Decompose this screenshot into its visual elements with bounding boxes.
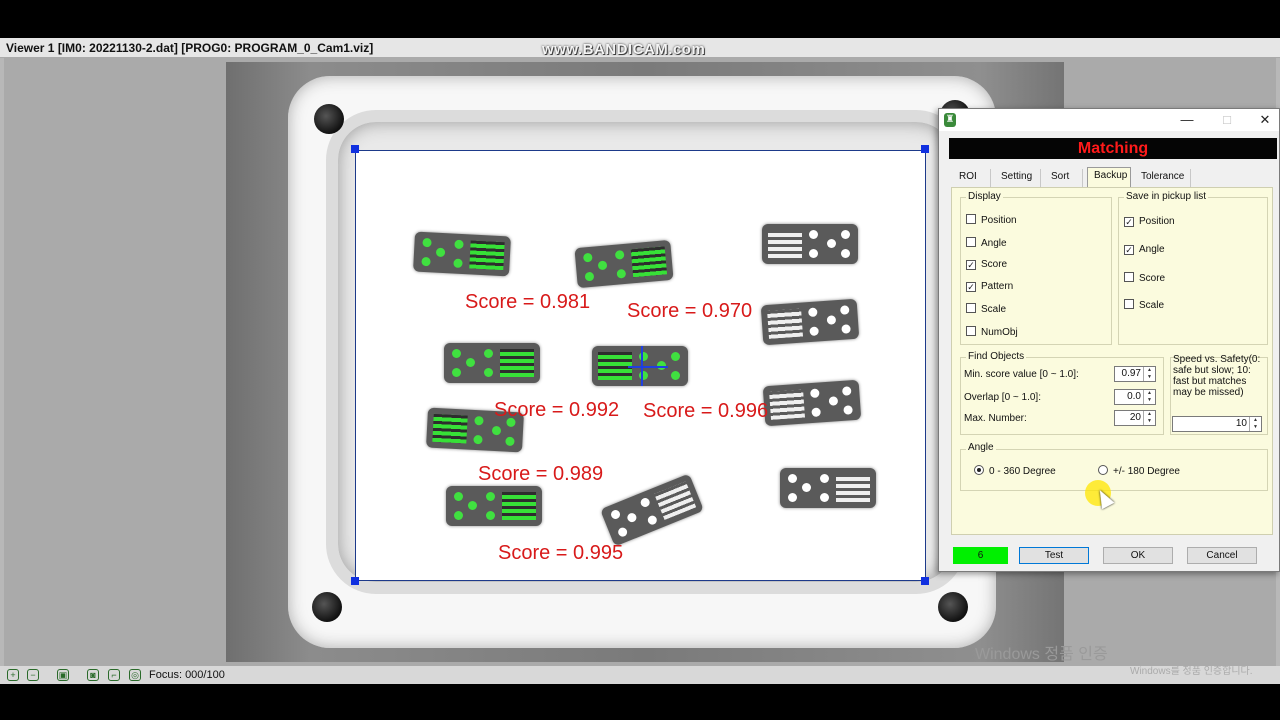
crosshair	[641, 346, 643, 386]
unmatched-part	[762, 224, 858, 264]
overlap-label: Overlap [0 ~ 1.0]:	[964, 392, 1041, 403]
matched-part	[444, 343, 540, 383]
zoom-in-icon[interactable]: +	[7, 669, 19, 681]
unmatched-part	[780, 468, 876, 508]
score-label: Score = 0.981	[465, 291, 591, 313]
check-icon: ✓	[966, 282, 976, 292]
backup-panel: Display Position Angle ✓ Score ✓ Pattern S…	[951, 187, 1273, 535]
check-icon: ✓	[1124, 245, 1134, 255]
minimize-icon[interactable]: —	[1175, 111, 1199, 129]
spinner-arrows-icon[interactable]: ▲ ▼	[1143, 390, 1155, 404]
display-scale-checkbox[interactable]: Scale	[966, 303, 1006, 315]
display-group-label: Display	[966, 191, 1003, 202]
pickup-group-label: Save in pickup list	[1124, 191, 1209, 202]
mount-hole	[938, 592, 968, 622]
tab-setting[interactable]: Setting	[995, 169, 1041, 187]
matched-part	[574, 239, 674, 289]
matched-part	[446, 486, 542, 526]
spinner-arrows-icon[interactable]: ▲ ▼	[1143, 411, 1155, 425]
roi-handle[interactable]	[351, 145, 359, 153]
speed-spinner[interactable]: 10 ▲ ▼	[1172, 416, 1262, 432]
overlap-spinner[interactable]: 0.0 ▲ ▼	[1114, 389, 1156, 405]
checkbox-box	[1124, 272, 1134, 282]
matched-part	[413, 231, 511, 277]
dialog-header: Matching	[949, 138, 1277, 159]
tab-backup[interactable]: Backup	[1087, 167, 1131, 187]
checkbox-box	[966, 214, 976, 224]
mount-hole	[314, 104, 344, 134]
unmatched-part	[760, 298, 860, 346]
unmatched-part	[762, 379, 862, 427]
focus-icon[interactable]: ◎	[129, 669, 141, 681]
spinner-arrows-icon[interactable]: ▲ ▼	[1143, 367, 1155, 381]
score-label: Score = 0.995	[498, 542, 624, 564]
spinner-arrows-icon[interactable]: ▲ ▼	[1249, 417, 1261, 431]
display-angle-checkbox[interactable]: Angle	[966, 237, 1007, 249]
layers-icon[interactable]: ▣	[57, 669, 69, 681]
maximize-icon: □	[1223, 112, 1231, 127]
dialog-titlebar[interactable]: ♜ — □ ✕	[939, 109, 1279, 131]
display-position-checkbox[interactable]: Position	[966, 214, 1017, 226]
radio-selected-icon	[974, 465, 984, 475]
roi-handle[interactable]	[921, 577, 929, 585]
check-icon: ✓	[966, 260, 976, 270]
check-icon: ✓	[1124, 217, 1134, 227]
score-label: Score = 0.992	[494, 399, 620, 421]
test-button[interactable]: Test	[1019, 547, 1089, 564]
tab-sort[interactable]: Sort	[1045, 169, 1083, 187]
screen: Viewer 1 [IM0: 20221130-2.dat] [PROG0: P…	[0, 0, 1280, 720]
display-pattern-checkbox[interactable]: ✓ Pattern	[966, 281, 1013, 292]
angle-group-label: Angle	[966, 442, 996, 453]
zoom-out-icon[interactable]: −	[27, 669, 39, 681]
pickup-score-checkbox[interactable]: Score	[1124, 272, 1165, 284]
min-score-label: Min. score value [0 ~ 1.0]:	[964, 369, 1079, 380]
bandicam-watermark: www.BANDICAM.com	[542, 41, 706, 58]
display-score-checkbox[interactable]: ✓ Score	[966, 259, 1007, 270]
angle-plusminus-180-radio[interactable]: +/- 180 Degree	[1098, 465, 1180, 477]
score-label: Score = 0.970	[627, 300, 753, 322]
crosshair	[628, 366, 668, 368]
angle-0-360-radio[interactable]: 0 - 360 Degree	[974, 465, 1056, 477]
windows-activation-text: Windows 정품 인증	[975, 646, 1108, 663]
checkbox-box	[1124, 299, 1134, 309]
score-label: Score = 0.996	[643, 400, 769, 422]
tab-tolerance[interactable]: Tolerance	[1135, 169, 1191, 187]
find-objects-label: Find Objects	[966, 351, 1027, 362]
mount-hole	[312, 592, 342, 622]
radio-icon	[1098, 465, 1108, 475]
score-label: Score = 0.989	[478, 463, 604, 485]
roi-handle[interactable]	[921, 145, 929, 153]
status-bar: + − ▣ ◙ ⌐ ◎ Focus: 000/100	[0, 666, 1280, 684]
close-icon[interactable]: ✕	[1253, 111, 1277, 129]
checkbox-box	[966, 237, 976, 247]
app-icon: ♜	[944, 113, 956, 127]
crop-icon[interactable]: ⌐	[108, 669, 120, 681]
found-count: 6	[953, 547, 1008, 564]
pickup-angle-checkbox[interactable]: ✓ Angle	[1124, 244, 1165, 255]
ok-button[interactable]: OK	[1103, 547, 1173, 564]
cancel-button[interactable]: Cancel	[1187, 547, 1257, 564]
tab-roi[interactable]: ROI	[953, 169, 991, 187]
checkbox-box	[966, 303, 976, 313]
speed-label: Speed vs. Safety(0: safe but slow; 10: f…	[1173, 354, 1261, 398]
focus-readout: Focus: 000/100	[149, 669, 225, 681]
roi-handle[interactable]	[351, 577, 359, 585]
windows-activation-subtext: Windows를 정품 인증합니다.	[1130, 666, 1253, 677]
pickup-scale-checkbox[interactable]: Scale	[1124, 299, 1164, 311]
display-numobj-checkbox[interactable]: NumObj	[966, 326, 1018, 338]
max-number-label: Max. Number:	[964, 413, 1027, 424]
pickup-position-checkbox[interactable]: ✓ Position	[1124, 216, 1175, 227]
max-number-spinner[interactable]: 20 ▲ ▼	[1114, 410, 1156, 426]
min-score-spinner[interactable]: 0.97 ▲ ▼	[1114, 366, 1156, 382]
checkbox-box	[966, 326, 976, 336]
camera-icon[interactable]: ◙	[87, 669, 99, 681]
